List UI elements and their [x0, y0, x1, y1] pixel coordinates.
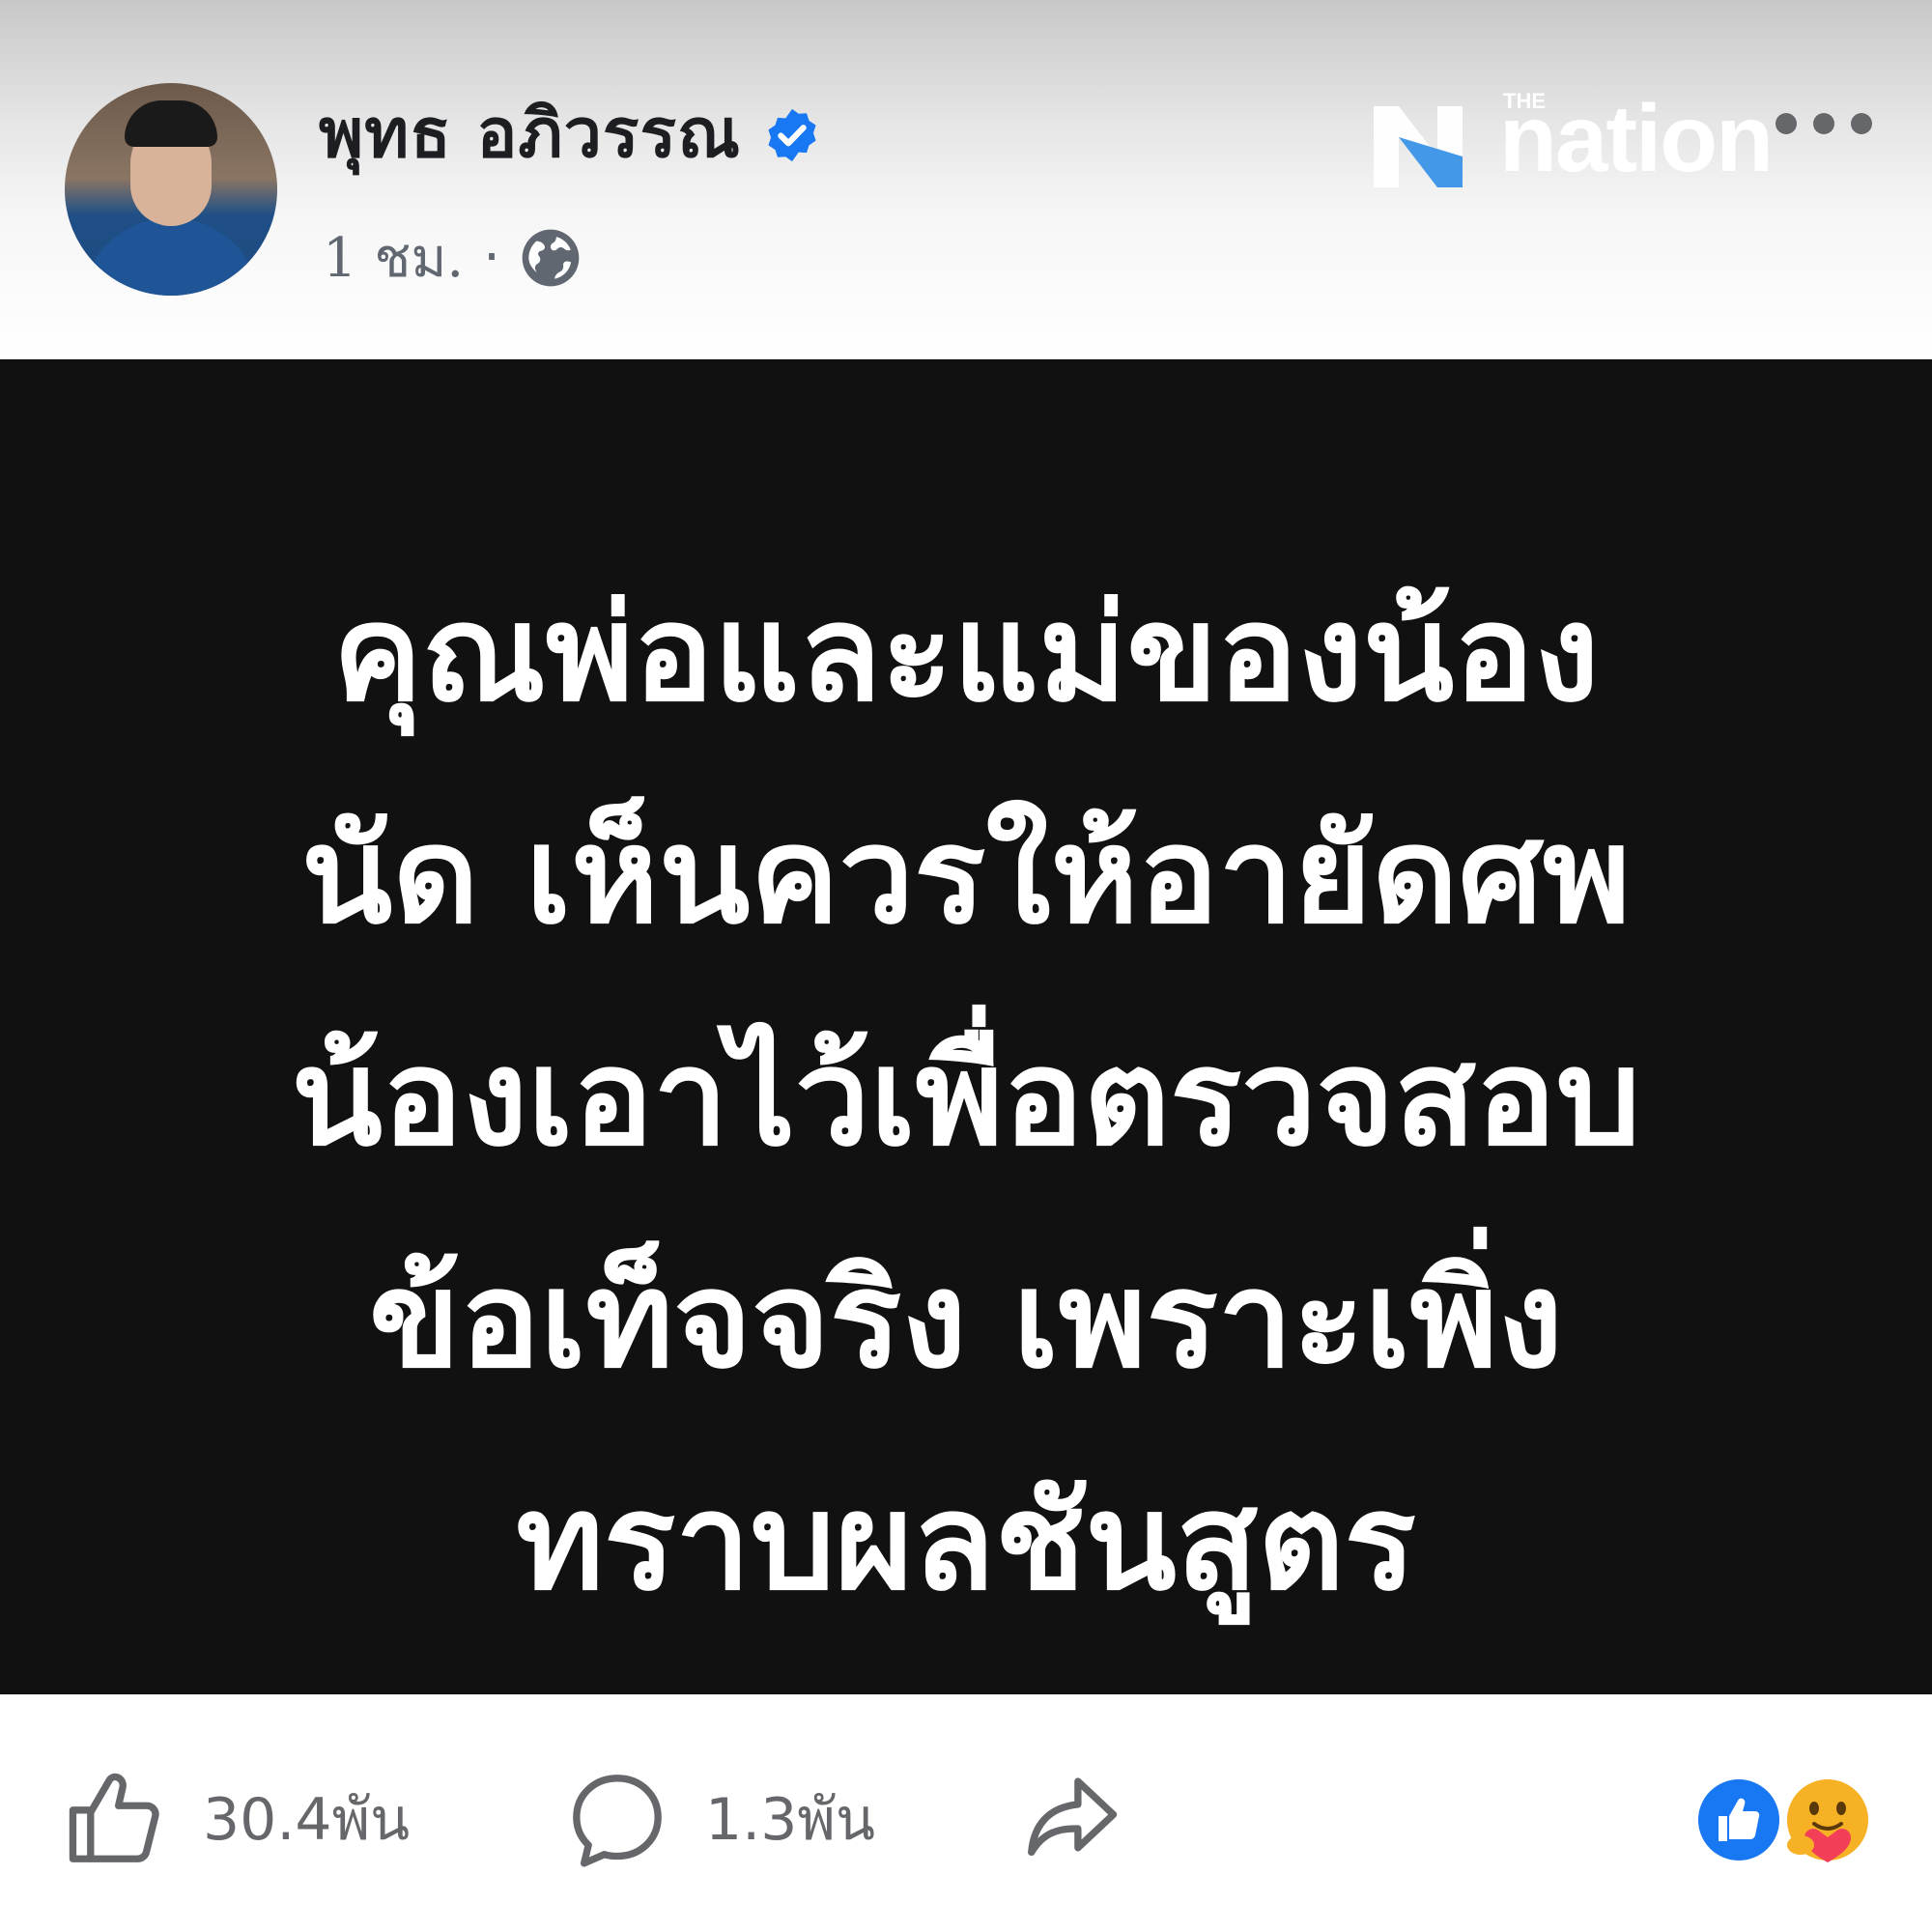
post-actions-bar: 30.4พัน 1.3พัน [0, 1694, 1932, 1932]
post-image[interactable]: คุณพ่อและแม่ของน้อง นัด เห็นควรให้อายัดศ… [0, 359, 1932, 1694]
post-text-line: คุณพ่อและแม่ของน้อง [332, 576, 1600, 731]
nation-watermark: THE nation [1368, 89, 1822, 193]
more-dot [1813, 113, 1834, 134]
author-name[interactable]: พุทธ อภิวรรณ [319, 79, 741, 186]
timestamp[interactable]: 1 ชม. [323, 214, 464, 300]
comment-icon [573, 1775, 662, 1867]
more-options-icon[interactable] [1776, 104, 1872, 143]
globe-icon[interactable] [520, 227, 582, 289]
avatar-hair [125, 100, 217, 147]
like-count: 30.4พัน [203, 1785, 411, 1854]
post-text-line: ข้อเท็จจริง เพราะเพิ่ง [368, 1242, 1563, 1398]
comment-count: 1.3พัน [705, 1785, 875, 1854]
share-icon [1028, 1777, 1118, 1857]
post-text-line: นัด เห็นควรให้อายัดศพ [300, 798, 1632, 953]
comment-button[interactable]: 1.3พัน [564, 1766, 875, 1872]
more-dot [1776, 113, 1797, 134]
avatar[interactable] [65, 83, 277, 296]
verified-badge-icon [768, 108, 816, 162]
post-meta: 1 ชม. · [323, 214, 582, 300]
post-text-line: น้องเอาไว้เพื่อตรวจสอบ [291, 1020, 1641, 1176]
share-button[interactable] [1018, 1766, 1124, 1872]
reaction-icons[interactable] [1692, 1774, 1876, 1866]
post-text-line: ทราบผลชันสูตร [516, 1464, 1416, 1620]
like-reaction-icon [1694, 1776, 1783, 1864]
nation-logo-mark [1374, 106, 1463, 187]
care-reaction-icon [1783, 1776, 1872, 1864]
like-button[interactable]: 30.4พัน [62, 1766, 410, 1872]
thumbs-up-icon [69, 1773, 159, 1862]
post-text: คุณพ่อและแม่ของน้อง นัด เห็นควรให้อายัดศ… [97, 543, 1835, 1654]
watermark-nation: nation [1499, 85, 1774, 191]
author-row: พุทธ อภิวรรณ [319, 89, 822, 176]
meta-separator: · [483, 226, 500, 289]
more-dot [1851, 113, 1872, 134]
post-header: พุทธ อภิวรรณ 1 ชม. · THE nation [0, 0, 1932, 359]
avatar-hoodie [82, 218, 260, 296]
